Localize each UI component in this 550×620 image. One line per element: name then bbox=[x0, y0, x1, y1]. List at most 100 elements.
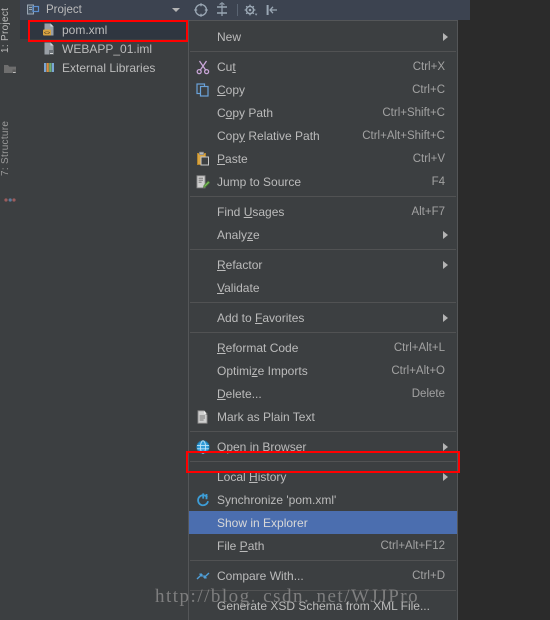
submenu-arrow-icon bbox=[443, 314, 448, 322]
menu-item-label: Paste bbox=[217, 151, 248, 166]
menu-item-mark-as-plain-text[interactable]: x Mark as Plain Text bbox=[189, 405, 457, 428]
menu-item-label: Cut bbox=[217, 59, 236, 74]
menu-item-no-icon bbox=[195, 128, 211, 144]
menu-separator bbox=[190, 249, 456, 250]
menu-item-shortcut: Alt+F7 bbox=[411, 205, 445, 218]
tree-item-label: pom.xml bbox=[62, 22, 108, 37]
sidebar-tab-project[interactable]: 1: Project bbox=[0, 2, 20, 58]
expand-all-icon[interactable] bbox=[214, 2, 230, 18]
submenu-arrow-icon bbox=[443, 33, 448, 41]
menu-item-reformat-code[interactable]: Reformat Code Ctrl+Alt+L bbox=[189, 336, 457, 359]
synchronize-refresh-icon bbox=[195, 492, 211, 508]
menu-item-synchronize-pom-xml[interactable]: Synchronize 'pom.xml' bbox=[189, 488, 457, 511]
menu-item-optimize-imports[interactable]: Optimize Imports Ctrl+Alt+O bbox=[189, 359, 457, 382]
menu-item-label: Find Usages bbox=[217, 204, 285, 219]
menu-item-label: Compare With... bbox=[217, 568, 304, 583]
sidebar-tab-structure[interactable]: 7: Structure bbox=[0, 112, 20, 184]
submenu-arrow-icon bbox=[443, 231, 448, 239]
menu-item-label: Local History bbox=[217, 469, 287, 484]
menu-item-refactor[interactable]: Refactor bbox=[189, 253, 457, 276]
svg-text:x: x bbox=[205, 412, 208, 417]
menu-item-cut[interactable]: Cut Ctrl+X bbox=[189, 55, 457, 78]
cut-scissors-icon bbox=[195, 59, 211, 75]
menu-item-copy[interactable]: Copy Ctrl+C bbox=[189, 78, 457, 101]
project-file-tree: <> pom.xml WEBAPP_01.iml External Librar… bbox=[20, 20, 188, 77]
chevron-down-icon[interactable] bbox=[172, 8, 180, 12]
tree-item-pom-xml[interactable]: <> pom.xml bbox=[20, 20, 188, 39]
menu-item-no-icon bbox=[195, 204, 211, 220]
menu-item-shortcut: Ctrl+D bbox=[412, 569, 445, 582]
menu-item-local-history[interactable]: Local History bbox=[189, 465, 457, 488]
menu-item-label: Refactor bbox=[217, 257, 263, 272]
tree-item-webapp-iml[interactable]: WEBAPP_01.iml bbox=[20, 39, 188, 58]
toolbar-separator bbox=[237, 4, 238, 16]
menu-item-label: Optimize Imports bbox=[217, 363, 308, 378]
menu-item-copy-relative-path[interactable]: Copy Relative Path Ctrl+Alt+Shift+C bbox=[189, 124, 457, 147]
settings-gear-icon[interactable] bbox=[243, 2, 259, 18]
menu-item-label: Mark as Plain Text bbox=[217, 409, 315, 424]
menu-item-compare-with[interactable]: Compare With... Ctrl+D bbox=[189, 564, 457, 587]
menu-item-no-icon bbox=[195, 310, 211, 326]
menu-item-find-usages[interactable]: Find Usages Alt+F7 bbox=[189, 200, 457, 223]
tree-item-label: External Libraries bbox=[62, 60, 156, 75]
plain-text-file-icon: x bbox=[195, 409, 211, 425]
project-tab-icon bbox=[3, 62, 17, 76]
menu-item-validate[interactable]: Validate bbox=[189, 276, 457, 299]
menu-item-jump-to-source[interactable]: Jump to Source F4 bbox=[189, 170, 457, 193]
menu-item-show-in-explorer[interactable]: Show in Explorer bbox=[189, 511, 457, 534]
menu-item-no-icon bbox=[195, 363, 211, 379]
menu-item-no-icon bbox=[195, 386, 211, 402]
menu-item-label: Synchronize 'pom.xml' bbox=[217, 492, 337, 507]
project-view-icon bbox=[26, 3, 40, 17]
menu-item-shortcut: Ctrl+Alt+L bbox=[393, 341, 445, 354]
compare-diff-icon bbox=[195, 568, 211, 584]
menu-item-no-icon bbox=[195, 257, 211, 273]
menu-item-paste[interactable]: Paste Ctrl+V bbox=[189, 147, 457, 170]
tree-item-label: WEBAPP_01.iml bbox=[62, 41, 153, 56]
menu-item-no-icon bbox=[195, 515, 211, 531]
menu-item-shortcut: Delete bbox=[411, 387, 445, 400]
submenu-arrow-icon bbox=[443, 443, 448, 451]
svg-text:<>: <> bbox=[44, 30, 50, 36]
menu-item-shortcut: Ctrl+Shift+C bbox=[382, 106, 445, 119]
menu-item-generate-xsd-schema-from-xml-file[interactable]: Generate XSD Schema from XML File... bbox=[189, 594, 457, 617]
menu-separator bbox=[190, 332, 456, 333]
project-panel-header: Project bbox=[20, 0, 188, 20]
project-toolbar bbox=[188, 0, 550, 20]
menu-item-no-icon bbox=[195, 29, 211, 45]
menu-separator bbox=[190, 302, 456, 303]
menu-item-no-icon bbox=[195, 469, 211, 485]
menu-item-shortcut: Ctrl+Alt+O bbox=[391, 364, 445, 377]
menu-item-delete[interactable]: Delete... Delete bbox=[189, 382, 457, 405]
menu-item-no-icon bbox=[195, 538, 211, 554]
menu-item-open-in-browser[interactable]: Open in Browser bbox=[189, 435, 457, 458]
sidebar-tab-structure-label: 7: Structure bbox=[0, 120, 11, 176]
menu-item-add-to-favorites[interactable]: Add to Favorites bbox=[189, 306, 457, 329]
menu-separator bbox=[190, 590, 456, 591]
external-libraries-icon bbox=[42, 60, 57, 75]
menu-item-no-icon bbox=[195, 227, 211, 243]
jump-to-source-icon bbox=[195, 174, 211, 190]
menu-item-shortcut: Ctrl+V bbox=[412, 152, 445, 165]
collapse-all-icon[interactable] bbox=[193, 2, 209, 18]
hide-panel-icon[interactable] bbox=[264, 2, 280, 18]
menu-item-shortcut: Ctrl+Alt+F12 bbox=[380, 539, 445, 552]
menu-item-no-icon bbox=[195, 598, 211, 614]
project-tool-window: Project <> pom.xml WEBAPP_01.iml Externa… bbox=[20, 0, 189, 620]
menu-item-shortcut: Ctrl+Alt+Shift+C bbox=[362, 129, 445, 142]
menu-item-shortcut: Ctrl+X bbox=[412, 60, 445, 73]
tree-item-external-libraries[interactable]: External Libraries bbox=[20, 58, 188, 77]
menu-item-label: Analyze bbox=[217, 227, 260, 242]
menu-separator bbox=[190, 461, 456, 462]
file-context-menu: New Cut Ctrl+X Copy Ctrl+C Copy Path Ctrl+Sh… bbox=[188, 20, 458, 620]
menu-item-copy-path[interactable]: Copy Path Ctrl+Shift+C bbox=[189, 101, 457, 124]
menu-item-analyze[interactable]: Analyze bbox=[189, 223, 457, 246]
menu-item-label: Show in Explorer bbox=[217, 515, 308, 530]
menu-item-file-path[interactable]: File Path Ctrl+Alt+F12 bbox=[189, 534, 457, 557]
paste-clipboard-icon bbox=[195, 151, 211, 167]
menu-item-label: Copy Relative Path bbox=[217, 128, 320, 143]
menu-item-new[interactable]: New bbox=[189, 25, 457, 48]
menu-item-no-icon bbox=[195, 105, 211, 121]
module-iml-file-icon bbox=[42, 41, 57, 56]
copy-pages-icon bbox=[195, 82, 211, 98]
